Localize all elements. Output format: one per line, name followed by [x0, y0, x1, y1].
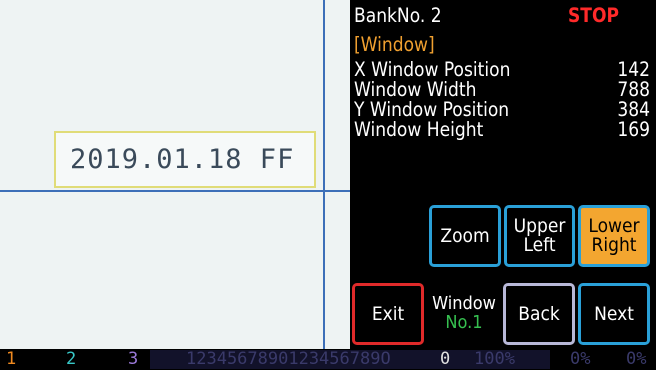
window-width-label: Window Width: [354, 77, 477, 102]
window-height-label: Window Height: [354, 117, 484, 142]
window-height-value: 169: [617, 117, 650, 142]
window-label: Window: [432, 293, 496, 314]
x-window-position-label: X Window Position: [354, 57, 511, 82]
percent-2: 0%: [570, 349, 591, 369]
digit-readout: 1234567890123456789O: [186, 349, 391, 369]
inspection-screen: 2019.01.18 FF BankNo. 2 STOP [Window] X …: [0, 0, 656, 370]
next-button-label: Next: [594, 302, 634, 325]
x-window-position-value: 142: [617, 57, 650, 82]
section-title: [Window]: [354, 32, 435, 57]
back-button[interactable]: Back: [503, 283, 575, 345]
bank-number: BankNo. 2: [354, 3, 442, 28]
next-button[interactable]: Next: [578, 283, 650, 345]
crosshair-vertical-line: [323, 0, 325, 349]
lower-right-label-line2: Right: [591, 234, 637, 256]
count-value: 0: [440, 349, 451, 369]
y-window-position-value: 384: [617, 97, 650, 122]
exit-button-label: Exit: [371, 302, 405, 325]
zoom-button[interactable]: Zoom: [429, 205, 501, 267]
run-status: STOP: [568, 3, 620, 28]
exit-button[interactable]: Exit: [352, 283, 424, 345]
percent-1: 100%: [474, 349, 515, 369]
channel-3-indicator: 3: [128, 349, 139, 369]
lower-right-button[interactable]: Lower Right: [578, 205, 650, 267]
window-number: No.1: [445, 312, 483, 333]
zoom-button-label: Zoom: [440, 224, 490, 247]
status-bar: 1 2 3 1234567890123456789O 0 100% 0% 0%: [0, 349, 656, 370]
percent-3: 0%: [626, 349, 647, 369]
window-width-value: 788: [617, 77, 650, 102]
camera-image: 2019.01.18 FF: [0, 0, 350, 349]
window-number-indicator: Window No.1: [428, 294, 500, 332]
channel-2-indicator: 2: [66, 349, 77, 369]
inspection-window-frame[interactable]: 2019.01.18 FF: [54, 131, 316, 188]
y-window-position-label: Y Window Position: [354, 97, 510, 122]
crosshair-horizontal-line: [0, 190, 350, 192]
settings-panel: BankNo. 2 STOP [Window] X Window Positio…: [350, 0, 656, 349]
upper-left-button[interactable]: Upper Left: [504, 205, 575, 267]
upper-left-label-line2: Left: [523, 234, 556, 256]
captured-text: 2019.01.18 FF: [70, 144, 295, 175]
channel-1-indicator: 1: [6, 349, 17, 369]
back-button-label: Back: [518, 302, 560, 325]
